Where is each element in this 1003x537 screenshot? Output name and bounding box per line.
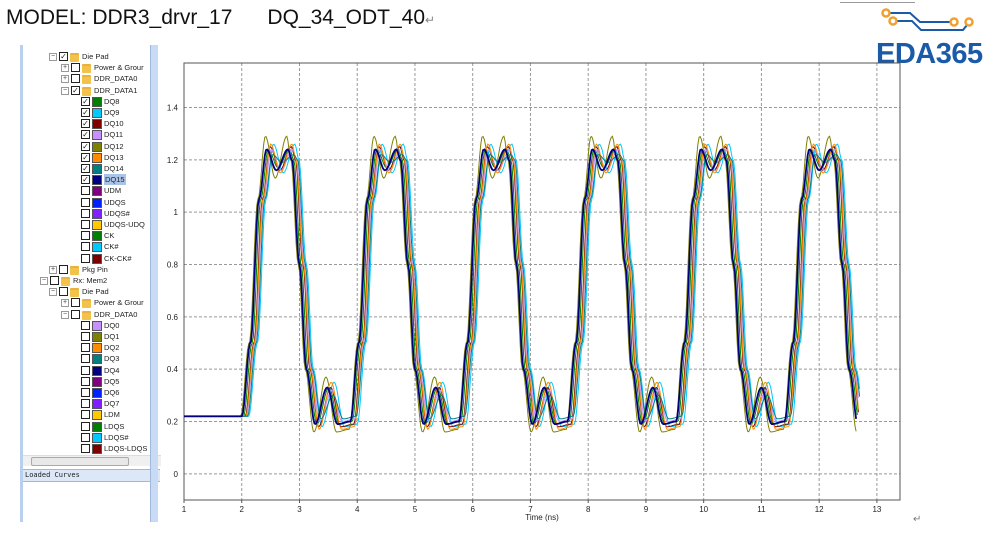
- x-tick-label: 9: [644, 505, 649, 514]
- x-tick-label: 3: [297, 505, 302, 514]
- x-tick-label: 11: [757, 505, 766, 514]
- x-tick-label: 2: [240, 505, 245, 514]
- x-tick-label: 12: [815, 505, 824, 514]
- series-dq8-line: [184, 148, 858, 425]
- y-tick-label: 0.6: [167, 313, 179, 322]
- x-tick-label: 4: [355, 505, 360, 514]
- series-dq11-line: [184, 148, 859, 423]
- x-tick-label: 13: [872, 505, 881, 514]
- y-tick-label: 0.2: [167, 417, 179, 426]
- x-tick-label: 8: [586, 505, 591, 514]
- y-tick-label: 0.4: [167, 365, 179, 374]
- y-tick-label: 0.8: [167, 260, 179, 269]
- x-axis-label: Time (ns): [525, 513, 559, 522]
- return-mark: ↵: [913, 514, 921, 525]
- y-tick-label: 0: [174, 470, 179, 479]
- x-tick-label: 5: [413, 505, 418, 514]
- y-tick-label: 1.2: [167, 156, 179, 165]
- waveform-chart: 1 2 3 4 5 6 7 8 9 10 11 12 1300.20.40.60.811.21.4 Ti…: [167, 62, 921, 525]
- grid: [184, 63, 900, 500]
- x-tick-label: 1: [182, 505, 187, 514]
- plot-frame: [183, 62, 901, 501]
- x-tick-label: 10: [699, 505, 708, 514]
- waveforms: [184, 135, 861, 433]
- y-tick-label: 1.4: [167, 103, 179, 112]
- x-tick-label: 6: [470, 505, 475, 514]
- y-tick-label: 1: [174, 208, 179, 217]
